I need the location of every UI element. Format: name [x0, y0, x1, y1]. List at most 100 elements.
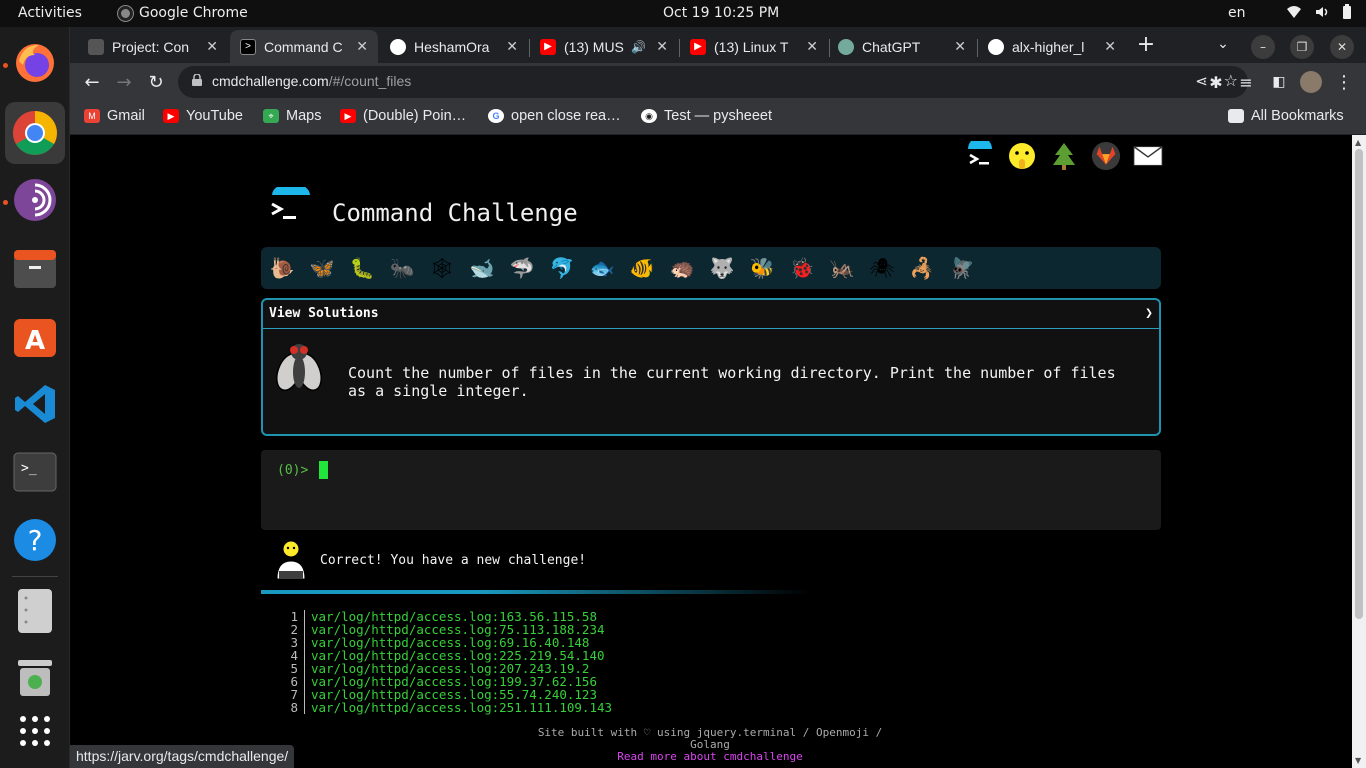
badge-dolphin-icon[interactable]: 🐬	[547, 253, 577, 283]
maximize-button[interactable]: ❐	[1290, 35, 1314, 59]
bookmark-maps[interactable]: ⌖ Maps	[263, 108, 321, 124]
badge-cricket-icon[interactable]: 🦗	[827, 253, 857, 283]
badge-fly-icon[interactable]: 🪰	[947, 253, 977, 283]
challenge-panel: View Solutions ❯ Count the number of fil…	[261, 298, 1161, 436]
tab-youtube-linux[interactable]: ▶ (13) Linux T ✕	[680, 30, 828, 63]
bookmark-open-close[interactable]: Gopen close rea…	[488, 108, 621, 124]
disks-icon[interactable]	[11, 587, 59, 635]
chatgpt-icon	[838, 38, 854, 55]
chrome-icon[interactable]	[5, 102, 65, 164]
badge-fish-icon[interactable]: 🐟	[587, 253, 617, 283]
dock-separator	[12, 576, 58, 577]
tab-github-alx[interactable]: alx-higher_l ✕	[978, 30, 1126, 63]
minimize-button[interactable]: –	[1251, 35, 1275, 59]
badge-ladybug-icon[interactable]: 🐞	[787, 253, 817, 283]
badge-butterfly-icon[interactable]: 🦋	[307, 253, 337, 283]
badge-hedgehog-icon[interactable]: 🦔	[667, 253, 697, 283]
terminal-icon: >	[240, 38, 256, 55]
scrollbar-thumb[interactable]	[1355, 149, 1363, 619]
close-tab-icon[interactable]: ✕	[356, 38, 368, 55]
shushing-face-icon[interactable]	[1007, 139, 1037, 173]
activities-button[interactable]: Activities	[18, 5, 82, 21]
badge-caterpillar-icon[interactable]: 🐛	[347, 253, 377, 283]
person-icon	[276, 537, 306, 579]
badge-tropical-fish-icon[interactable]: 🐠	[627, 253, 657, 283]
tab-title: (13) Linux T	[714, 38, 789, 55]
scroll-down-arrow-icon[interactable]: ▼	[1355, 756, 1361, 765]
terminal[interactable]: (0)>	[261, 450, 1161, 530]
read-more-link[interactable]: Read more about cmdchallenge	[526, 751, 894, 763]
close-tab-icon[interactable]: ✕	[954, 38, 966, 55]
scroll-up-arrow-icon[interactable]: ▲	[1355, 138, 1361, 147]
close-window-button[interactable]: ✕	[1330, 35, 1354, 59]
address-bar[interactable]: cmdchallenge.com/#/count_files ⋖ ☆	[178, 66, 1248, 98]
url-domain: cmdchallenge.com	[212, 73, 329, 89]
tree-icon[interactable]	[1049, 139, 1079, 173]
page-scrollbar[interactable]: ▲ ▼	[1352, 135, 1366, 768]
tab-github-hesham[interactable]: HeshamOra ✕	[380, 30, 528, 63]
tab-chatgpt[interactable]: ChatGPT ✕	[828, 30, 976, 63]
tab-search-chevron-icon[interactable]: ⌄	[1211, 32, 1235, 56]
profile-avatar[interactable]	[1299, 70, 1323, 94]
divider	[261, 590, 811, 594]
terminal-logo-icon[interactable]	[965, 139, 995, 173]
files-icon[interactable]	[11, 245, 59, 293]
side-panel-icon[interactable]: ◧	[1267, 70, 1291, 94]
close-tab-icon[interactable]: ✕	[1104, 38, 1116, 55]
help-icon[interactable]: ?	[11, 516, 59, 564]
input-language[interactable]: en	[1228, 5, 1246, 21]
system-tray[interactable]	[1286, 4, 1352, 20]
vscode-icon[interactable]	[11, 380, 59, 428]
close-tab-icon[interactable]: ✕	[506, 38, 518, 55]
new-tab-button[interactable]: +	[1134, 32, 1158, 57]
bookmark-youtube[interactable]: ▶ YouTube	[163, 108, 243, 124]
youtube-icon: ▶	[690, 38, 706, 55]
app-center-icon[interactable]: A	[11, 312, 59, 360]
youtube-icon: ▶	[163, 109, 179, 123]
tor-browser-icon[interactable]	[11, 176, 59, 224]
mail-icon[interactable]	[1133, 139, 1163, 173]
tab-command-challenge[interactable]: > Command C ✕	[230, 30, 378, 63]
badge-snail-icon[interactable]: 🐌	[267, 253, 297, 283]
badge-wolf-icon[interactable]: 🐺	[707, 253, 737, 283]
app-menu[interactable]: Google Chrome	[118, 5, 248, 21]
media-control-icon[interactable]: ≡	[1234, 70, 1258, 94]
badge-whale-icon[interactable]: 🐋	[467, 253, 497, 283]
bookmark-gmail[interactable]: M Gmail	[84, 108, 145, 124]
close-tab-icon[interactable]: ✕	[806, 38, 818, 55]
gmail-icon: M	[84, 109, 100, 123]
close-tab-icon[interactable]: ✕	[206, 38, 218, 55]
badge-spider-web-icon[interactable]: 🕸	[427, 253, 457, 283]
view-solutions-toggle[interactable]: View Solutions ❯	[263, 300, 1159, 329]
badge-shark-icon[interactable]: 🦈	[507, 253, 537, 283]
output-line: 8 var/log/httpd/access.log:251.111.109.14…	[283, 701, 883, 714]
url-text: cmdchallenge.com/#/count_files	[212, 73, 411, 89]
back-button[interactable]: ←	[80, 70, 104, 94]
bookmark-pysheeet[interactable]: ◉ Test — pysheeet	[641, 108, 772, 124]
speaker-icon[interactable]: 🔊	[631, 40, 646, 54]
bookmark-label: Maps	[286, 108, 322, 124]
clock[interactable]: Oct 19 10:25 PM	[663, 5, 779, 21]
github-icon	[988, 38, 1004, 55]
gitlab-icon[interactable]	[1091, 139, 1121, 173]
volume-icon	[1316, 7, 1328, 17]
tab-youtube-mus[interactable]: ▶ (13) MUS 🔊 ✕	[530, 30, 678, 63]
menu-kebab-icon[interactable]: ⋮	[1332, 70, 1356, 94]
badge-scorpion-icon[interactable]: 🦂	[907, 253, 937, 283]
google-icon: G	[488, 109, 504, 123]
terminal-icon[interactable]: >_	[11, 448, 59, 496]
reload-button[interactable]: ↻	[144, 70, 168, 94]
close-tab-icon[interactable]: ✕	[656, 38, 668, 55]
forward-button[interactable]: →	[112, 70, 136, 94]
show-apps-icon[interactable]	[11, 707, 59, 755]
badge-spider-icon[interactable]: 🕷	[867, 253, 897, 283]
tab-project[interactable]: Project: Con ✕	[78, 30, 228, 63]
maps-icon: ⌖	[263, 109, 279, 123]
badge-bee-icon[interactable]: 🐝	[747, 253, 777, 283]
extensions-icon[interactable]: ✱	[1204, 70, 1228, 94]
badge-ant-icon[interactable]: 🐜	[387, 253, 417, 283]
bookmark-double-pointer[interactable]: ▶ (Double) Poin…	[340, 108, 466, 124]
trash-icon[interactable]	[11, 654, 59, 702]
firefox-icon[interactable]	[11, 39, 59, 87]
all-bookmarks-folder[interactable]: All Bookmarks	[1228, 108, 1344, 124]
